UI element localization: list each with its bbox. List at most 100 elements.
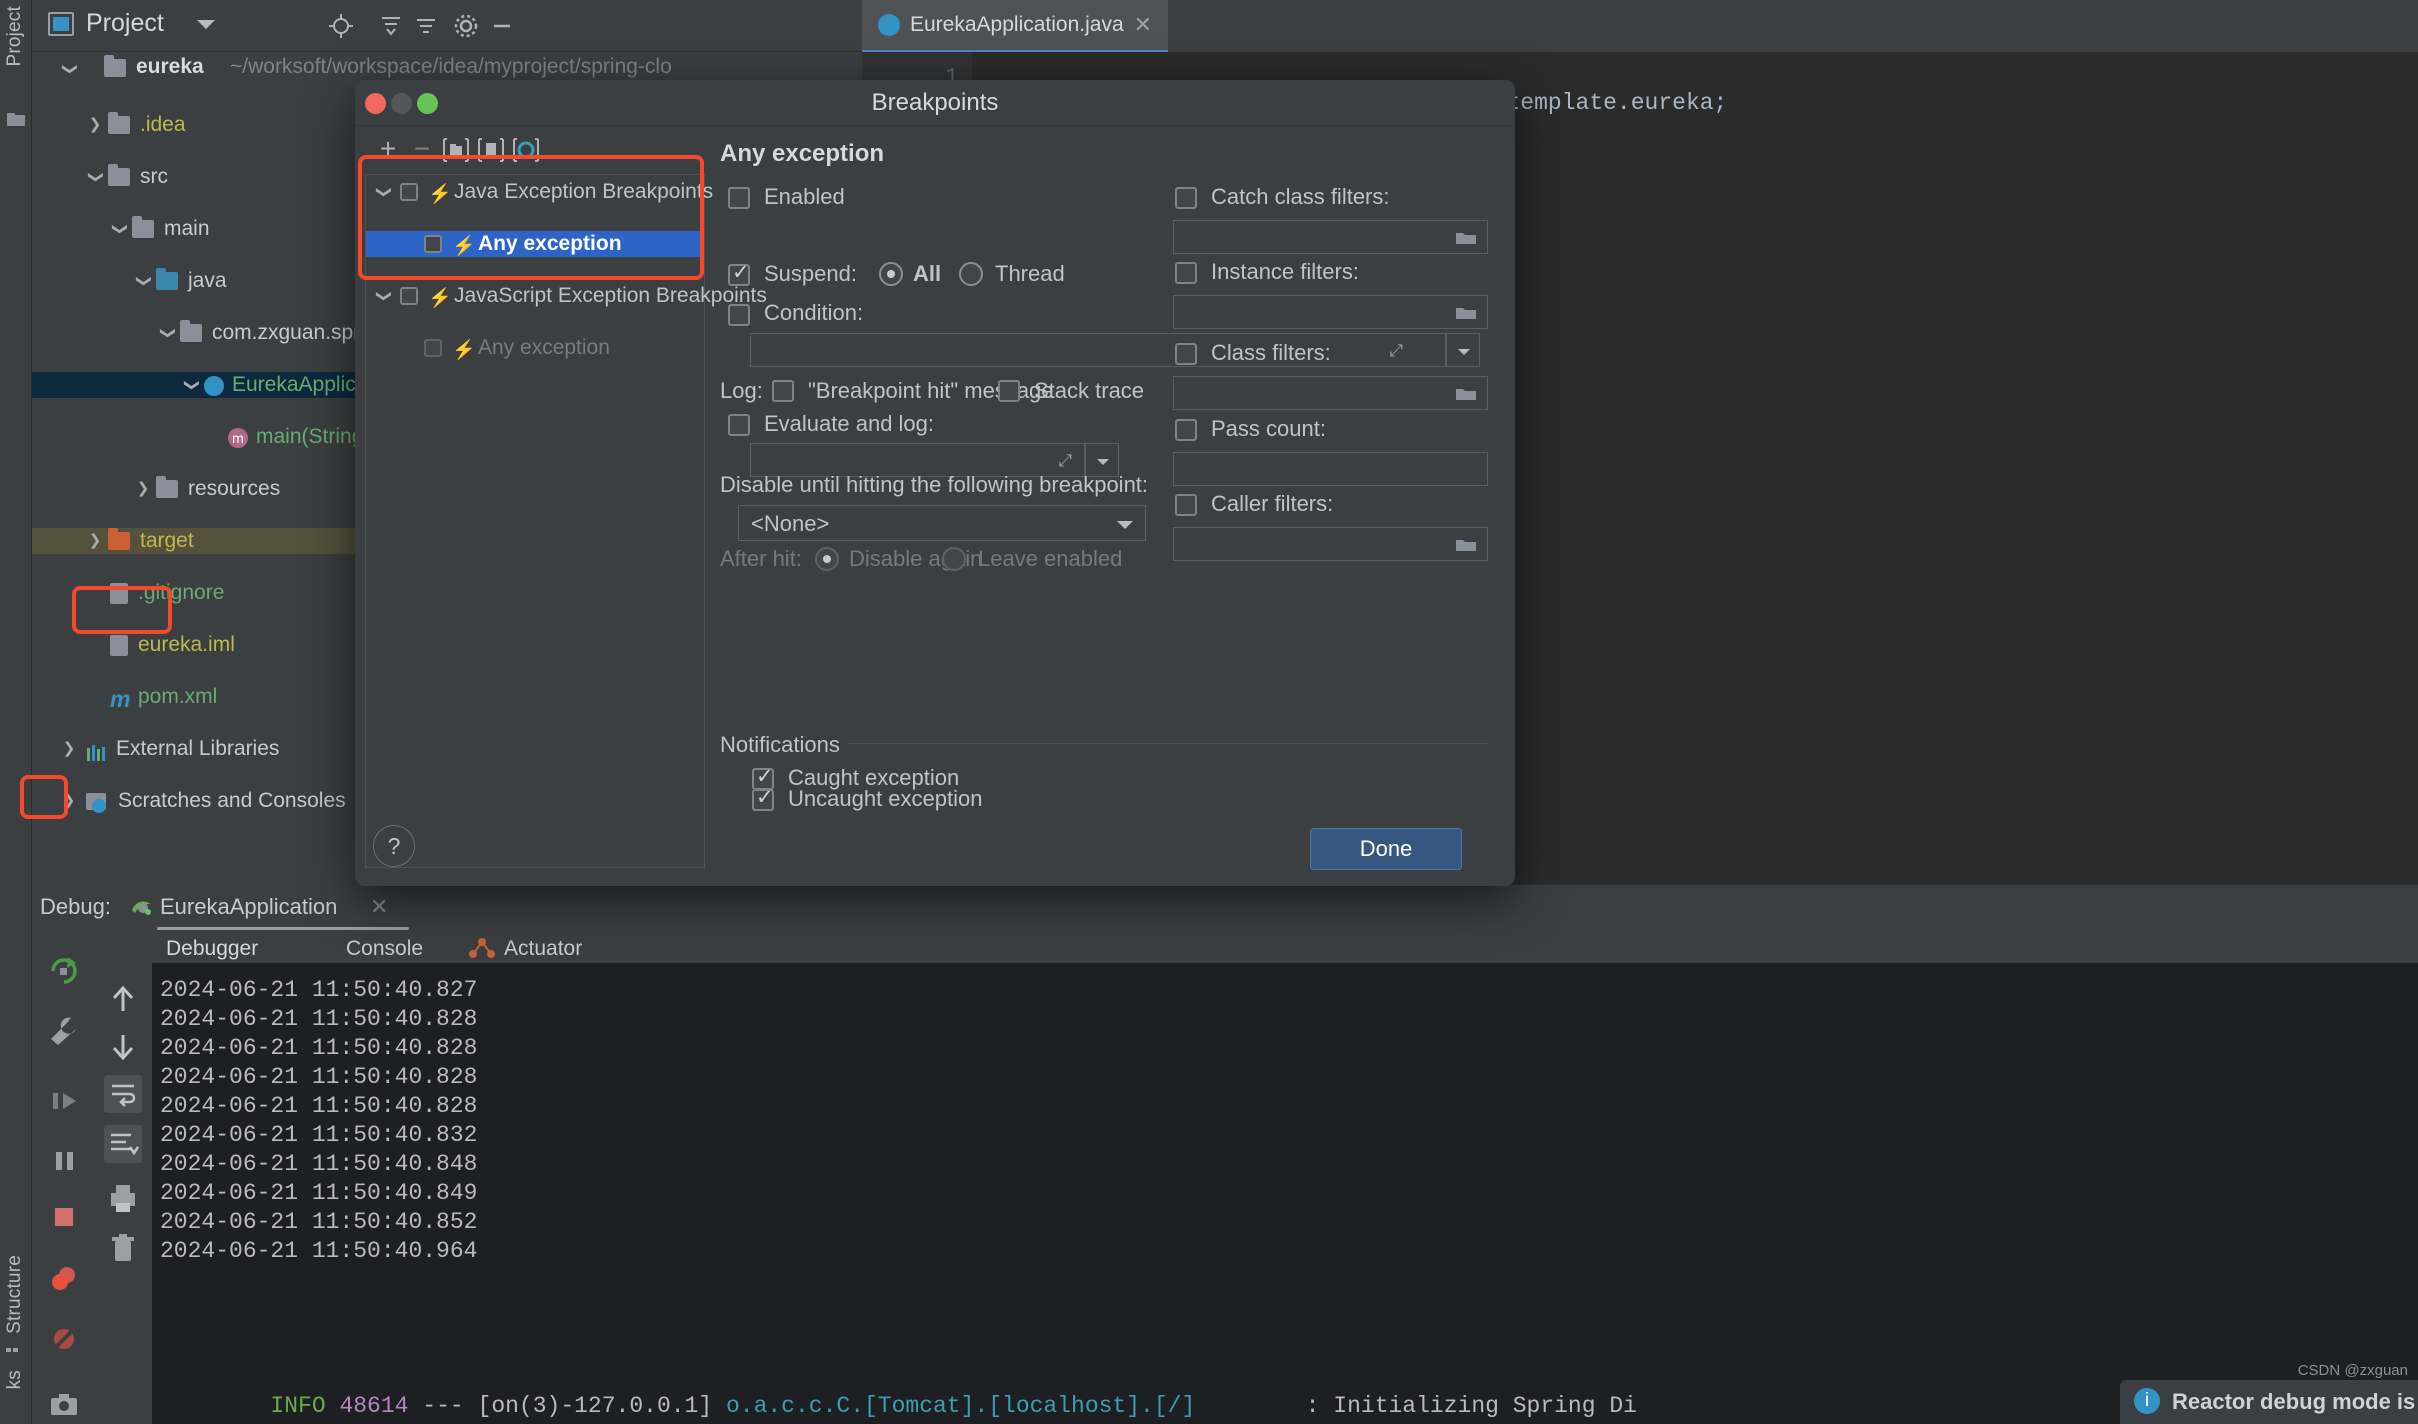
- soft-wrap-icon[interactable]: [104, 1075, 142, 1113]
- camera-icon[interactable]: [46, 1387, 82, 1423]
- tab-eureka-application-java[interactable]: EurekaApplication.java ✕: [862, 0, 1169, 52]
- chevron-down-icon[interactable]: [197, 20, 215, 29]
- tab-actuator[interactable]: Actuator: [504, 931, 582, 967]
- remove-icon[interactable]: −: [405, 132, 439, 166]
- breakpoint-item-java-any-exception[interactable]: ⚡ Any exception: [366, 231, 704, 257]
- sidebar-item-bookmarks[interactable]: ks: [4, 1370, 26, 1389]
- chevron-right-icon[interactable]: [60, 736, 78, 762]
- grid-icon[interactable]: [6, 1345, 26, 1365]
- disable-again-radio[interactable]: [815, 547, 839, 571]
- sidebar-item-structure[interactable]: Structure: [4, 1255, 26, 1334]
- wrench-icon[interactable]: [46, 1013, 82, 1049]
- browse-folder-icon[interactable]: [1455, 229, 1477, 246]
- evaluate-and-log-checkbox[interactable]: [728, 414, 750, 436]
- mute-breakpoints-icon[interactable]: [46, 1321, 82, 1357]
- done-button[interactable]: Done: [1310, 828, 1462, 870]
- suspend-all-radio[interactable]: [879, 262, 903, 286]
- sidebar-item-project[interactable]: Project: [4, 6, 26, 67]
- caller-filters-checkbox[interactable]: [1175, 494, 1197, 516]
- tab-debugger[interactable]: Debugger: [166, 931, 258, 967]
- breakpoint-hit-message-checkbox[interactable]: [772, 380, 794, 402]
- condition-input[interactable]: ⤢: [750, 333, 1446, 367]
- group-by-class-icon[interactable]: [509, 132, 543, 166]
- browse-folder-icon[interactable]: [1455, 385, 1477, 402]
- catch-class-filters-input[interactable]: [1173, 220, 1488, 254]
- suspend-thread-radio[interactable]: [959, 262, 983, 286]
- folder-icon[interactable]: [6, 110, 26, 130]
- chevron-right-icon[interactable]: [86, 528, 104, 554]
- condition-checkbox[interactable]: [728, 304, 750, 326]
- instance-filters-checkbox[interactable]: [1175, 262, 1197, 284]
- chevron-down-icon[interactable]: [110, 216, 128, 242]
- breakpoint-checkbox[interactable]: [400, 287, 418, 305]
- class-filters-checkbox[interactable]: [1175, 343, 1197, 365]
- condition-history-dropdown[interactable]: [1446, 333, 1480, 367]
- resume-icon[interactable]: [46, 1083, 82, 1119]
- tab-console[interactable]: Console: [346, 931, 423, 967]
- debug-console[interactable]: to root 2024-06-21 11:50:40.827 2024-06-…: [152, 963, 2418, 1424]
- enabled-checkbox[interactable]: [728, 187, 750, 209]
- up-arrow-icon[interactable]: [106, 983, 140, 1022]
- debug-tab-strip[interactable]: Debugger Console Actuator: [96, 931, 862, 970]
- group-by-file-icon[interactable]: [439, 132, 473, 166]
- print-icon[interactable]: [106, 1181, 140, 1220]
- breakpoint-checkbox[interactable]: [424, 235, 442, 253]
- chevron-down-icon[interactable]: [86, 164, 104, 190]
- caller-filters-input[interactable]: [1173, 527, 1488, 561]
- chevron-down-icon[interactable]: [60, 54, 78, 80]
- breakpoint-checkbox[interactable]: [400, 183, 418, 201]
- stop-icon[interactable]: [46, 1199, 82, 1235]
- leave-enabled-radio[interactable]: [942, 547, 966, 571]
- chevron-down-icon[interactable]: [158, 320, 176, 346]
- chevron-right-icon[interactable]: [60, 788, 78, 814]
- down-arrow-icon[interactable]: [106, 1029, 140, 1068]
- chevron-down-icon[interactable]: [1117, 521, 1133, 529]
- trash-icon[interactable]: [106, 1231, 140, 1270]
- disable-until-select[interactable]: <None>: [738, 505, 1146, 541]
- browse-folder-icon[interactable]: [1455, 304, 1477, 321]
- class-filters-input[interactable]: [1173, 376, 1488, 410]
- close-icon[interactable]: ✕: [1134, 12, 1152, 38]
- stack-trace-checkbox[interactable]: [998, 380, 1020, 402]
- group-by-type-icon[interactable]: [474, 132, 508, 166]
- expand-icon[interactable]: ⤢: [1389, 341, 1403, 361]
- chevron-down-icon[interactable]: [134, 268, 152, 294]
- scroll-end-icon[interactable]: [104, 1125, 142, 1163]
- breakpoints-tree[interactable]: ⚡ Java Exception Breakpoints ⚡ Any excep…: [365, 174, 767, 868]
- breakpoint-group-javascript[interactable]: ⚡ JavaScript Exception Breakpoints: [366, 283, 767, 309]
- rerun-icon[interactable]: [46, 953, 82, 989]
- close-icon[interactable]: ✕: [370, 894, 388, 920]
- pass-count-checkbox[interactable]: [1175, 419, 1197, 441]
- uncaught-exception-checkbox[interactable]: [752, 785, 774, 811]
- breakpoints-toolbar[interactable]: + −: [355, 126, 705, 172]
- minimize-icon[interactable]: [488, 12, 516, 40]
- breakpoint-group-java[interactable]: ⚡ Java Exception Breakpoints: [366, 179, 713, 205]
- add-icon[interactable]: +: [371, 132, 405, 166]
- breakpoint-checkbox[interactable]: [424, 339, 442, 357]
- catch-class-filters-checkbox[interactable]: [1175, 187, 1197, 209]
- instance-filters-input[interactable]: [1173, 295, 1488, 329]
- collapse-all-icon[interactable]: [377, 12, 405, 40]
- expand-icon[interactable]: ⤢: [1058, 451, 1072, 471]
- view-breakpoints-icon[interactable]: [46, 1261, 82, 1297]
- help-button[interactable]: ?: [373, 825, 415, 867]
- chevron-down-icon[interactable]: [182, 372, 200, 398]
- folder-icon: [108, 164, 130, 186]
- tree-item-eureka[interactable]: eureka ~/worksoft/workspace/idea/myproje…: [32, 52, 862, 82]
- pass-count-input[interactable]: [1173, 452, 1488, 486]
- chevron-down-icon[interactable]: [374, 283, 392, 309]
- chevron-right-icon[interactable]: [134, 476, 152, 502]
- expand-icon[interactable]: [412, 12, 440, 40]
- breakpoint-item-js-any-exception[interactable]: ⚡ Any exception: [366, 335, 704, 361]
- gear-icon[interactable]: [452, 12, 480, 40]
- chevron-right-icon[interactable]: [86, 112, 104, 138]
- suspend-checkbox[interactable]: [728, 260, 750, 286]
- reactor-debug-popup[interactable]: i Reactor debug mode is: [2120, 1380, 2418, 1424]
- pause-icon[interactable]: [46, 1143, 82, 1179]
- browse-folder-icon[interactable]: [1455, 536, 1477, 553]
- console-side-toolbar[interactable]: [96, 963, 152, 1424]
- debug-run-config[interactable]: EurekaApplication: [160, 894, 337, 920]
- debug-side-toolbar[interactable]: [32, 931, 96, 1424]
- locate-icon[interactable]: [327, 12, 355, 40]
- chevron-down-icon[interactable]: [374, 179, 392, 205]
